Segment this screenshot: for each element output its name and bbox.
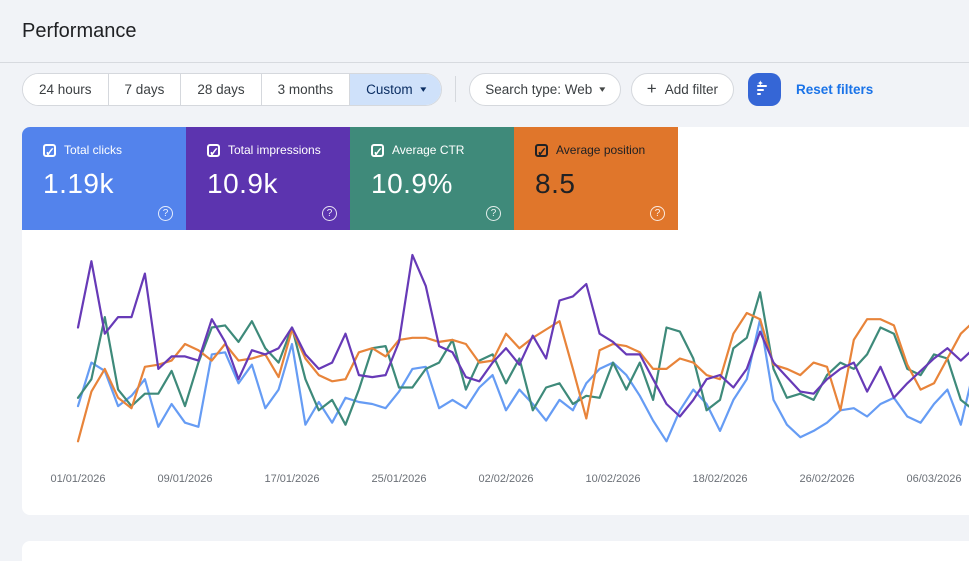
chevron-down-icon: ▾ [599, 83, 606, 94]
date-filter-7-days[interactable]: 7 days [107, 73, 181, 105]
help-icon[interactable]: ? [486, 206, 501, 221]
help-icon[interactable]: ? [158, 206, 173, 221]
x-tick-label: 26/02/2026 [799, 473, 855, 485]
date-filter-24-hours[interactable]: 24 hours [23, 73, 108, 105]
date-filter-custom-label: Custom [366, 81, 413, 97]
page-title: Performance [22, 20, 137, 42]
date-filter-28-days[interactable]: 28 days [180, 73, 261, 105]
metric-label: Total clicks [64, 143, 123, 157]
x-tick-label: 10/02/2026 [585, 473, 641, 485]
header-divider [0, 62, 969, 63]
smart-filter-button[interactable]: ✦ [748, 72, 782, 106]
reset-filters-link[interactable]: Reset filters [796, 82, 873, 97]
x-tick-label: 01/01/2026 [50, 473, 106, 485]
plus-icon: + [646, 79, 657, 98]
performance-line-chart[interactable] [22, 230, 969, 480]
metric-tile-average-position[interactable]: ✓ Average position 8.5 ? [514, 127, 678, 230]
metric-tiles: ✓ Total clicks 1.19k ? ✓ Total impressio… [22, 127, 969, 230]
x-tick-label: 09/01/2026 [157, 473, 213, 485]
help-icon[interactable]: ? [322, 206, 337, 221]
metric-label: Total impressions [228, 143, 321, 157]
chevron-down-icon: ▾ [419, 83, 426, 94]
date-filter-3-months[interactable]: 3 months [260, 73, 350, 105]
checkbox-checked-icon[interactable]: ✓ [535, 143, 548, 158]
checkbox-checked-icon[interactable]: ✓ [371, 143, 384, 158]
metric-value: 10.9% [371, 168, 453, 199]
metric-label: Average position [556, 143, 646, 157]
help-icon[interactable]: ? [650, 206, 665, 221]
date-range-group: 24 hours 7 days 28 days 3 months Custom … [22, 72, 443, 106]
filter-sparkle-icon: ✦ [757, 79, 772, 96]
add-filter-button[interactable]: + Add filter [630, 72, 735, 106]
metric-tile-total-clicks[interactable]: ✓ Total clicks 1.19k ? [22, 127, 186, 230]
metric-tile-total-impressions[interactable]: ✓ Total impressions 10.9k ? [186, 127, 350, 230]
series-line-total-clicks [76, 318, 969, 443]
date-filter-custom[interactable]: Custom ▾ [349, 73, 442, 105]
x-tick-label: 18/02/2026 [692, 473, 748, 485]
metric-value: 8.5 [535, 168, 576, 199]
search-type-label: Search type: Web [485, 81, 593, 97]
x-tick-label: 25/01/2026 [371, 473, 427, 485]
performance-chart-card: ✓ Total clicks 1.19k ? ✓ Total impressio… [22, 127, 969, 515]
search-type-dropdown[interactable]: Search type: Web ▾ [469, 72, 621, 106]
toolbar-divider [455, 76, 457, 102]
add-filter-label: Add filter [664, 81, 719, 97]
metric-value: 10.9k [207, 168, 278, 199]
metric-label: Average CTR [392, 143, 465, 157]
metric-value: 1.19k [43, 168, 114, 199]
next-section-card [22, 541, 969, 561]
x-tick-label: 02/02/2026 [478, 473, 534, 485]
filter-toolbar: 24 hours 7 days 28 days 3 months Custom … [22, 72, 873, 106]
metric-tile-average-ctr[interactable]: ✓ Average CTR 10.9% ? [350, 127, 514, 230]
x-tick-label: 06/03/2026 [906, 473, 962, 485]
checkbox-checked-icon[interactable]: ✓ [207, 143, 220, 158]
checkbox-checked-icon[interactable]: ✓ [43, 143, 56, 158]
x-tick-label: 17/01/2026 [264, 473, 320, 485]
x-axis-labels: 01/01/2026 09/01/2026 17/01/2026 25/01/2026… [22, 473, 969, 493]
